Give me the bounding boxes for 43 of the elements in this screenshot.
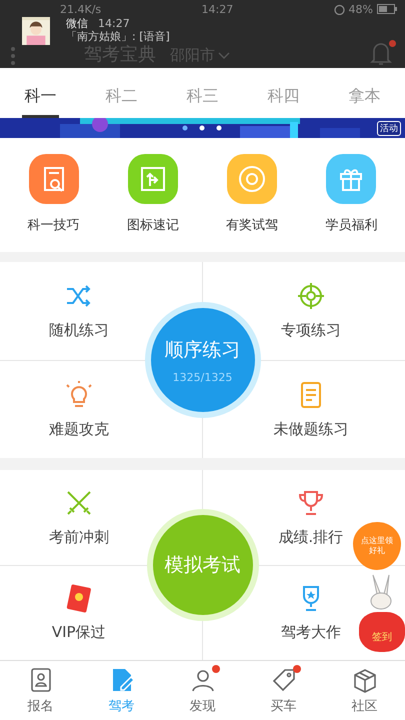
crosshair-icon[interactable] (296, 281, 326, 312)
battery-icon (377, 4, 397, 14)
nav-tab[interactable]: 社区 (324, 661, 405, 720)
shortcut-label[interactable]: 科一技巧 (28, 216, 80, 234)
menu-label[interactable]: 随机练习 (48, 321, 109, 340)
rabbit-drawing[interactable] (369, 574, 393, 610)
menu-label[interactable]: 考前冲刺 (48, 528, 109, 547)
page-dots-icon (182, 125, 222, 131)
nav-tab[interactable]: 发现 (162, 661, 243, 720)
wheel-icon (237, 164, 268, 194)
notification-time: 14:27 (98, 17, 130, 30)
shortcut-label[interactable]: 学员福利 (325, 216, 378, 234)
shortcut-label[interactable]: 图标速记 (126, 216, 179, 234)
progress-count: 1325/1325 (172, 370, 232, 384)
money-bag[interactable]: 签到 (359, 612, 405, 652)
menu-label[interactable]: 驾考大作 (280, 623, 341, 642)
bell-icon[interactable] (369, 40, 393, 66)
menu-label[interactable]: 专项练习 (280, 321, 341, 340)
app-tile[interactable] (326, 154, 376, 204)
notification-message: 「南方姑娘」: [语音] (66, 30, 170, 43)
round-button[interactable]: 顺序练习 1325/1325 (144, 302, 260, 418)
nav-tab[interactable]: 买车 (243, 661, 324, 720)
activity-badge: 活动 (377, 121, 401, 136)
app-tile[interactable] (28, 154, 79, 204)
open-box-icon (352, 666, 378, 692)
chevron-down-icon (218, 52, 230, 60)
more-menu-icon[interactable] (10, 46, 16, 66)
menu-label[interactable]: 成绩.排行 (278, 528, 344, 547)
app-name: 微信 (66, 17, 88, 30)
menu-label[interactable]: VIP保过 (52, 623, 106, 642)
network-speed: 21.4K/s (60, 2, 102, 16)
app-tile[interactable] (128, 154, 178, 204)
tab[interactable]: 科一 (0, 74, 81, 118)
menu-label[interactable]: 难题攻克 (48, 420, 109, 439)
lightbulb-icon[interactable] (64, 380, 94, 410)
price-tag-icon (270, 666, 296, 692)
clock: 14:27 (202, 2, 234, 16)
alarm-icon (334, 4, 345, 14)
shortcut-label[interactable]: 有奖试驾 (226, 216, 278, 234)
menu-label[interactable]: 未做题练习 (273, 420, 348, 439)
nav-tab[interactable]: 报名 (0, 661, 81, 720)
app-tile[interactable] (227, 154, 278, 204)
battery-percent: 48% (348, 2, 373, 16)
